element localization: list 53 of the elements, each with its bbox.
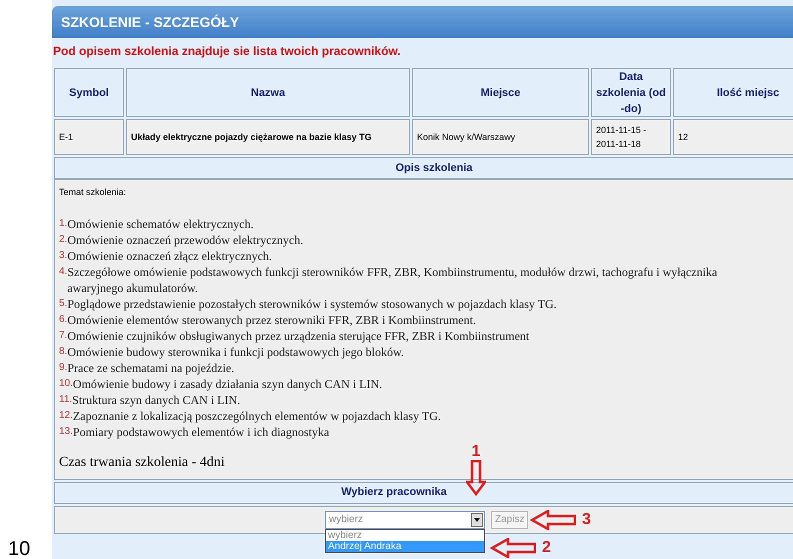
topic-text: Szczegółowe omówienie podstawowych funkcji sterowników FFR, ZBR, Kombiinstrumentu, modułów drzwi, tachografu i wyłącznika awaryjnego akumulatorów.: [67, 264, 718, 296]
item-number: 9.: [59, 360, 68, 374]
table-cell: Konik Nowy k/Warszawy: [412, 119, 589, 155]
item-number: 10.: [59, 376, 73, 390]
topic-text: Omówienie budowy sterownika i funkcji podstawowych jego bloków.: [67, 344, 404, 360]
dropdown-option[interactable]: Andrzej Andraka: [326, 540, 484, 552]
item-number: 7.: [59, 328, 68, 342]
dropdown-option[interactable]: wybierz: [326, 530, 484, 540]
item-number: 12.: [59, 408, 73, 422]
topic-text: Omówienie czujników obsługiwanych przez urządzenia sterujące FFR, ZBR i Kombiinstrument: [67, 328, 530, 344]
topic-text: Zapoznanie z lokalizacją poszczególnych elementów w pojazdach klasy TG.: [72, 408, 441, 424]
table-cell: Układy elektryczne pojazdy ciężarowe na bazie klasy TG: [126, 119, 410, 155]
intro-text: Temat szkolenia:: [59, 186, 128, 199]
topic-text: Prace ze schematami na pojeździe.: [67, 360, 234, 376]
table-cell: 2011-11-15 - 2011-11-18: [591, 119, 671, 155]
annotation-number: 1: [472, 444, 480, 460]
page-number: 10: [8, 537, 30, 559]
topic-text: Omówienie oznaczeń złącz elektrycznych.: [67, 248, 272, 264]
item-number: 5.: [59, 296, 68, 310]
column-header: Ilość miejsc: [673, 68, 793, 117]
annotation-number: 3: [582, 510, 591, 530]
item-number: 8.: [59, 344, 68, 358]
arrow-icon: [530, 510, 576, 530]
topic-text: Omówienie schematów elektrycznych.: [67, 216, 254, 232]
topic-text: Omówienie elementów sterowanych przez sterowniki FFR, ZBR i Kombiinstrument.: [67, 312, 476, 328]
column-header: Nazwa: [126, 68, 410, 117]
topic-text: Omówienie budowy i zasady działania szyn danych CAN i LIN.: [72, 376, 382, 392]
arrow-icon: [466, 460, 486, 496]
item-number: 3.: [59, 248, 68, 262]
employee-select[interactable]: wybierz: [325, 510, 485, 528]
item-number: 13.: [59, 424, 73, 438]
item-number: 6.: [59, 312, 68, 326]
item-number: 1.: [59, 216, 68, 230]
arrow-icon: [490, 538, 536, 558]
column-header: Symbol: [54, 68, 124, 117]
notice-text: Pod opisem szkolenia znajduje sie lista twoich pracowników.: [52, 43, 402, 60]
column-header: Data szkolenia (od -do): [591, 68, 671, 117]
duration-text: Czas trwania szkolenia - 4dni: [59, 454, 226, 472]
item-number: 4.: [59, 264, 68, 278]
table-cell: E-1: [54, 119, 124, 155]
page-header: SZKOLENIE - SZCZEGÓŁY: [52, 6, 793, 38]
column-header: Miejsce: [412, 68, 589, 117]
topic-text: Poglądowe przedstawienie pozostałych sterowników i systemów stosowanych w pojazdach klasy TG.: [67, 296, 557, 312]
topic-text: Pomiary podstawowych elementów i ich diagnostyka: [72, 424, 330, 440]
dropdown-caret-icon[interactable]: [471, 512, 483, 526]
annotation-number: 2: [542, 538, 551, 558]
topic-text: Omówienie oznaczeń przewodów elektrycznych.: [67, 232, 304, 248]
item-number: 2.: [59, 232, 68, 246]
item-number: 11.: [59, 392, 72, 406]
topic-text: Struktura szyn danych CAN i LIN.: [72, 392, 240, 408]
table-cell: 12: [673, 119, 793, 155]
section-heading: Wybierz pracownika: [54, 482, 793, 504]
section-heading: Opis szkolenia: [54, 157, 793, 179]
